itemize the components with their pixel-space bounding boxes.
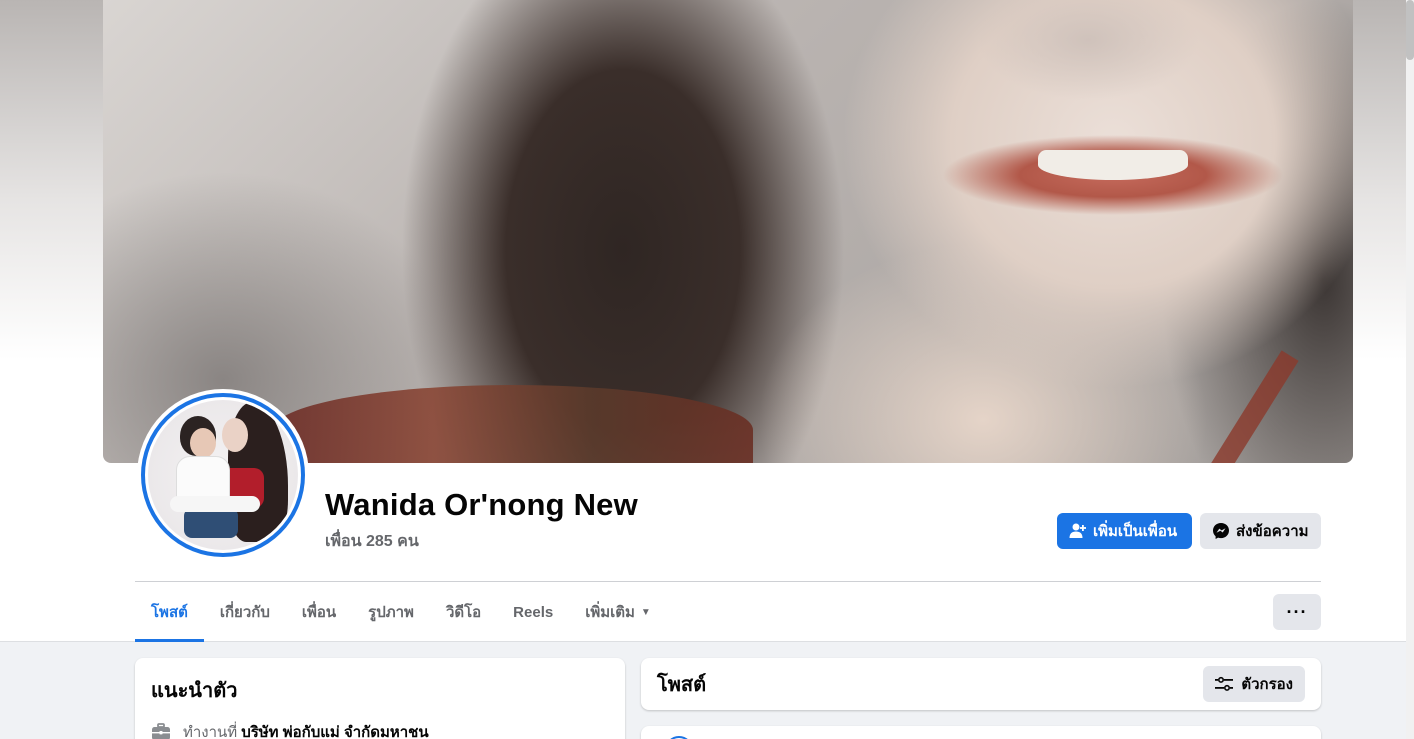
profile-picture-image [148,400,298,550]
messenger-icon [1213,523,1229,539]
tab-photos[interactable]: รูปภาพ [352,582,430,642]
filter-label: ตัวกรอง [1241,676,1293,693]
tab-reels[interactable]: Reels [497,582,569,642]
avatar-woman-face [222,418,248,452]
message-button[interactable]: ส่งข้อความ [1200,513,1321,549]
tab-photos-label: รูปภาพ [368,604,414,621]
tab-more[interactable]: เพิ่มเติม ▼ [569,582,667,642]
tab-friends[interactable]: เพื่อน [286,582,352,642]
avatar-boy-face [190,428,216,458]
posts-header-card: โพสต์ ตัวกรอง [641,658,1321,710]
tab-posts[interactable]: โพสต์ [135,582,204,642]
briefcase-icon [152,723,170,739]
intro-card: แนะนำตัว ทำงานที่ บริษัท พ่อกับแม่ จำกัด… [135,658,625,739]
tab-about[interactable]: เกี่ยวกับ [204,582,286,642]
add-friend-button[interactable]: เพิ่มเป็นเพื่อน [1057,513,1192,549]
tab-videos-label: วิดีโอ [445,604,482,621]
page-scrollbar[interactable] [1406,0,1414,739]
tab-more-label: เพิ่มเติม [585,604,635,621]
add-friend-label: เพิ่มเป็นเพื่อน [1093,523,1178,540]
tab-about-label: เกี่ยวกับ [219,604,270,621]
sliders-icon [1215,676,1234,691]
tab-reels-label: Reels [513,603,554,621]
profile-picture[interactable] [137,389,309,561]
friend-count[interactable]: เพื่อน 285 คน [325,529,419,554]
cover-photo-smile [1038,150,1188,180]
profile-tabs: โพสต์ เกี่ยวกับ เพื่อน รูปภาพ วิดีโอ Ree… [135,582,667,642]
posts-title: โพสต์ [657,674,707,696]
avatar-boy-jeans [184,508,238,538]
intro-work-lead: ทำงานที่ [183,724,238,739]
intro-title: แนะนำตัว [151,680,238,702]
filter-button[interactable]: ตัวกรอง [1203,666,1305,702]
cover-photo-strap [1207,350,1299,463]
profile-name: Wanida Or'nong New [325,487,638,522]
add-friend-icon [1069,523,1086,538]
intro-work-place[interactable]: บริษัท พ่อกับแม่ จำกัดมหาชน [241,720,428,739]
post-card [641,726,1321,739]
caret-down-icon: ▼ [640,606,651,618]
message-label: ส่งข้อความ [1236,523,1309,540]
profile-picture-border [141,393,305,557]
tab-posts-label: โพสต์ [151,604,188,621]
avatar-woman-arm [170,496,260,512]
scrollbar-thumb[interactable] [1406,0,1414,60]
more-options-button[interactable]: ··· [1273,594,1321,630]
cover-photo-shirt [273,385,753,463]
tab-videos[interactable]: วิดีโอ [430,582,497,642]
cover-photo[interactable] [103,0,1353,463]
intro-work-row: ทำงานที่ บริษัท พ่อกับแม่ จำกัดมหาชน [151,720,609,739]
tab-friends-label: เพื่อน [301,604,337,621]
